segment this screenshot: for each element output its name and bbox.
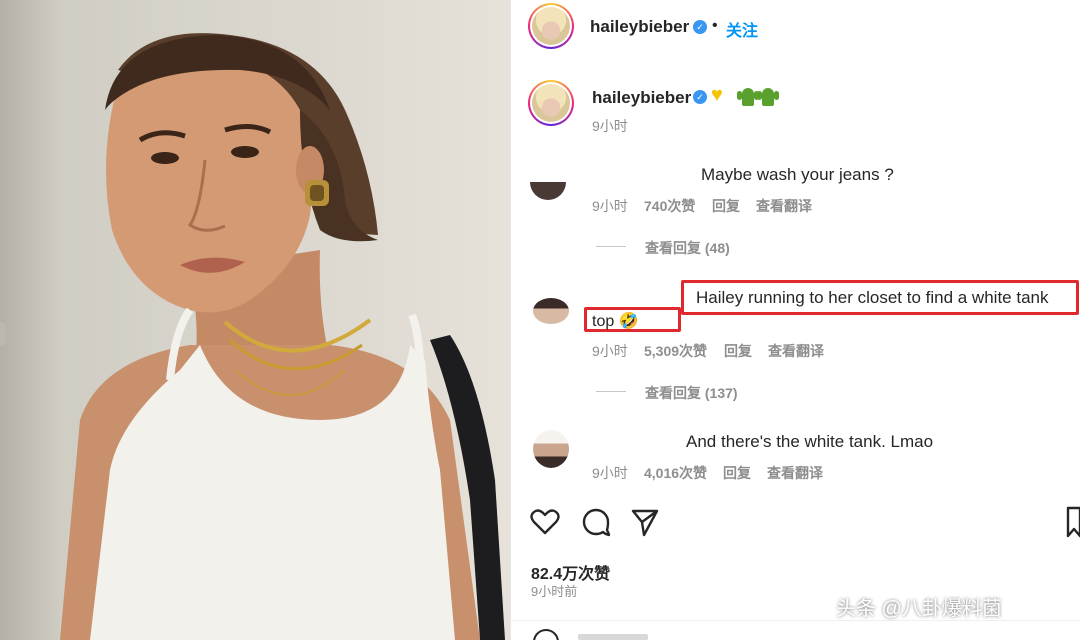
cactus-icon xyxy=(757,88,779,106)
comment-text-line1: Hailey running to her closet to find a w… xyxy=(696,288,1049,307)
comment-text: And there's the white tank. Lmao xyxy=(686,432,934,451)
comment-text-line2: top 🤣 xyxy=(592,313,639,330)
comment-input-placeholder[interactable] xyxy=(578,634,648,640)
post-timestamp: 9小时前 xyxy=(531,584,578,599)
caption-avatar[interactable] xyxy=(528,80,574,126)
reply-button[interactable]: 回复 xyxy=(712,196,740,216)
yellow-heart-icon: ♥ xyxy=(711,84,723,106)
save-bookmark-icon[interactable] xyxy=(1066,506,1080,538)
commenter-avatar[interactable] xyxy=(533,298,569,324)
emoji-icon[interactable] xyxy=(532,628,560,640)
verified-badge-icon: ✓ xyxy=(693,20,707,34)
header-separator: • xyxy=(712,17,718,34)
view-replies-button[interactable]: 查看回复 (48) xyxy=(645,238,730,258)
comment-likes[interactable]: 4,016次赞 xyxy=(644,463,707,483)
header-username[interactable]: haileybieber xyxy=(590,17,689,37)
replies-divider xyxy=(596,246,626,247)
replies-divider xyxy=(596,391,626,392)
comment-time: 9小时 xyxy=(592,198,628,214)
watermark-text: 头条 @八卦爆料菌 xyxy=(836,598,1002,620)
comment-text: Maybe wash your jeans ? xyxy=(701,165,894,184)
portrait-illustration xyxy=(60,33,505,640)
header-avatar[interactable] xyxy=(528,3,574,49)
caption-username[interactable]: haileybieber xyxy=(592,88,691,108)
comment-likes[interactable]: 5,309次赞 xyxy=(644,341,707,361)
commenter-avatar[interactable] xyxy=(533,430,569,468)
heart-icon[interactable] xyxy=(530,508,560,536)
comment-likes[interactable]: 740次赞 xyxy=(644,196,695,216)
cactus-icon xyxy=(737,88,759,106)
follow-button[interactable]: 关注 xyxy=(726,17,758,41)
comment-time: 9小时 xyxy=(592,343,628,359)
comment-time: 9小时 xyxy=(592,465,628,481)
view-replies-button[interactable]: 查看回复 (137) xyxy=(645,383,738,403)
reply-button[interactable]: 回复 xyxy=(723,463,751,483)
comment-icon[interactable] xyxy=(581,507,611,537)
translate-button[interactable]: 查看翻译 xyxy=(767,463,823,483)
share-icon[interactable] xyxy=(630,507,660,537)
post-photo xyxy=(0,0,510,640)
translate-button[interactable]: 查看翻译 xyxy=(768,341,824,361)
verified-badge-icon: ✓ xyxy=(693,90,707,104)
translate-button[interactable]: 查看翻译 xyxy=(756,196,812,216)
commenter-avatar[interactable] xyxy=(530,164,566,200)
reply-button[interactable]: 回复 xyxy=(724,341,752,361)
caption-time: 9小时 xyxy=(592,118,628,134)
